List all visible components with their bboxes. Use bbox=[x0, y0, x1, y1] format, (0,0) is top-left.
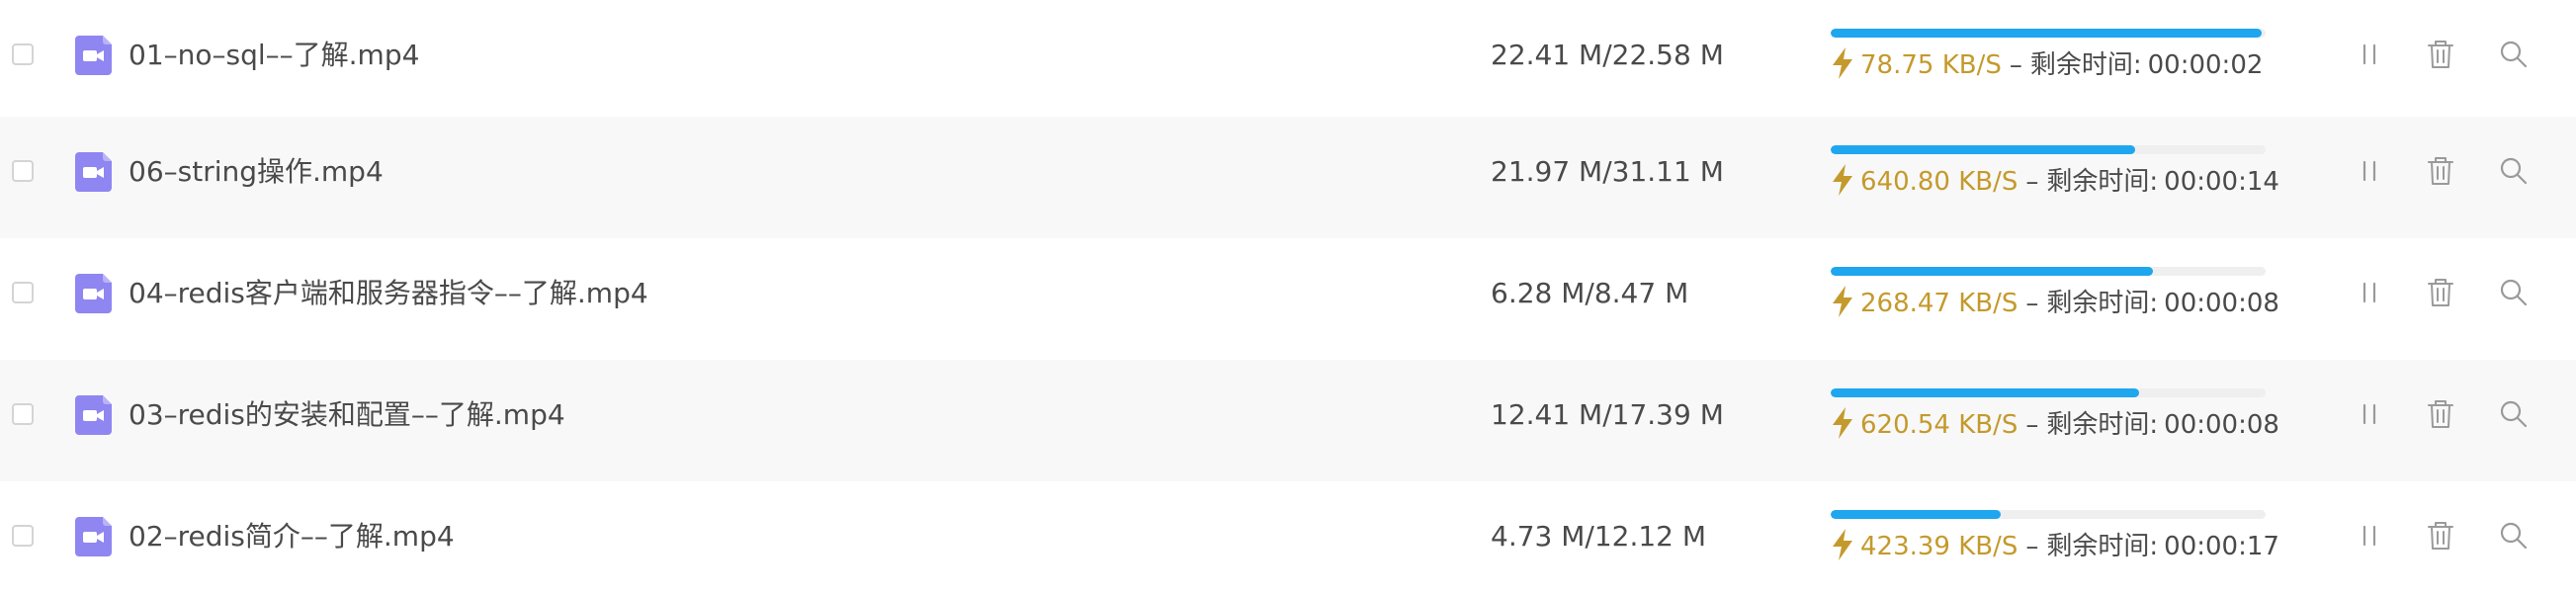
delete-button[interactable] bbox=[2424, 38, 2457, 71]
remaining-time: 00:00:17 bbox=[2164, 532, 2279, 561]
row-checkbox[interactable] bbox=[12, 403, 34, 425]
remaining-label: 剩余时间: bbox=[2046, 410, 2159, 440]
search-icon bbox=[2500, 522, 2528, 550]
trash-icon bbox=[2428, 157, 2453, 185]
pause-button[interactable] bbox=[2353, 397, 2386, 431]
video-file-icon bbox=[75, 517, 112, 556]
download-speed: 268.47 KB/S bbox=[1860, 289, 2018, 318]
progress-fill bbox=[1831, 388, 2140, 397]
search-icon bbox=[2500, 157, 2528, 185]
remaining-time: 00:00:02 bbox=[2147, 50, 2264, 80]
pause-icon bbox=[2362, 282, 2376, 303]
progress-fill bbox=[1831, 510, 2001, 519]
download-size: 21.97 M/31.11 M bbox=[1491, 155, 1724, 188]
separator: – bbox=[2025, 532, 2039, 561]
progress-bar bbox=[1831, 388, 2266, 397]
pause-icon bbox=[2362, 525, 2376, 547]
lightning-bolt-icon bbox=[1831, 286, 1854, 317]
download-speed: 78.75 KB/S bbox=[1860, 50, 2002, 80]
lightning-bolt-icon bbox=[1831, 47, 1854, 79]
pause-button[interactable] bbox=[2353, 276, 2386, 309]
remaining-label: 剩余时间: bbox=[2029, 50, 2142, 80]
search-button[interactable] bbox=[2497, 397, 2531, 431]
file-name: 06–string操作.mp4 bbox=[129, 155, 384, 188]
lightning-bolt-icon bbox=[1831, 407, 1854, 439]
search-icon bbox=[2500, 41, 2528, 68]
speed-line: 640.80 KB/S – 剩余时间: 00:00:14 bbox=[1831, 164, 2279, 200]
file-name: 01–no–sql––了解.mp4 bbox=[129, 39, 420, 71]
row-checkbox[interactable] bbox=[12, 43, 34, 65]
download-row: 01–no–sql––了解.mp4 22.41 M/22.58 M 78.75 … bbox=[0, 0, 2576, 122]
remaining-label: 剩余时间: bbox=[2046, 289, 2159, 318]
progress-bar bbox=[1831, 29, 2266, 38]
speed-line: 423.39 KB/S – 剩余时间: 00:00:17 bbox=[1831, 529, 2279, 564]
download-size: 6.28 M/8.47 M bbox=[1491, 277, 1689, 309]
download-row: 04–redis客户端和服务器指令––了解.mp4 6.28 M/8.47 M … bbox=[0, 238, 2576, 360]
delete-button[interactable] bbox=[2424, 519, 2457, 553]
progress-bar bbox=[1831, 145, 2266, 154]
trash-icon bbox=[2428, 41, 2453, 68]
progress-fill bbox=[1831, 145, 2135, 154]
download-row: 03–redis的安装和配置––了解.mp4 12.41 M/17.39 M 6… bbox=[0, 360, 2576, 481]
separator: – bbox=[2009, 50, 2022, 80]
search-button[interactable] bbox=[2497, 276, 2531, 309]
download-row: 02–redis简介––了解.mp4 4.73 M/12.12 M 423.39… bbox=[0, 481, 2576, 597]
download-row: 06–string操作.mp4 21.97 M/31.11 M 640.80 K… bbox=[0, 117, 2576, 238]
search-button[interactable] bbox=[2497, 519, 2531, 553]
video-file-icon bbox=[75, 36, 112, 75]
lightning-bolt-icon bbox=[1831, 529, 1854, 560]
speed-line: 78.75 KB/S – 剩余时间: 00:00:02 bbox=[1831, 47, 2263, 83]
search-icon bbox=[2500, 400, 2528, 428]
download-speed: 423.39 KB/S bbox=[1860, 532, 2018, 561]
trash-icon bbox=[2428, 400, 2453, 428]
delete-button[interactable] bbox=[2424, 276, 2457, 309]
remaining-label: 剩余时间: bbox=[2046, 167, 2159, 197]
remaining-label: 剩余时间: bbox=[2046, 532, 2159, 561]
file-name: 02–redis简介––了解.mp4 bbox=[129, 520, 455, 553]
progress-fill bbox=[1831, 267, 2153, 276]
video-file-icon bbox=[75, 152, 112, 192]
pause-button[interactable] bbox=[2353, 38, 2386, 71]
search-icon bbox=[2500, 279, 2528, 306]
pause-icon bbox=[2362, 43, 2376, 65]
pause-icon bbox=[2362, 403, 2376, 425]
download-list: 01–no–sql––了解.mp4 22.41 M/22.58 M 78.75 … bbox=[0, 0, 2576, 597]
separator: – bbox=[2025, 410, 2039, 440]
progress-bar bbox=[1831, 510, 2266, 519]
separator: – bbox=[2025, 167, 2039, 197]
pause-button[interactable] bbox=[2353, 519, 2386, 553]
delete-button[interactable] bbox=[2424, 397, 2457, 431]
file-name: 04–redis客户端和服务器指令––了解.mp4 bbox=[129, 277, 648, 309]
lightning-bolt-icon bbox=[1831, 164, 1854, 196]
download-speed: 620.54 KB/S bbox=[1860, 410, 2018, 440]
row-checkbox[interactable] bbox=[12, 282, 34, 303]
remaining-time: 00:00:08 bbox=[2164, 410, 2279, 440]
pause-icon bbox=[2362, 160, 2376, 182]
speed-line: 268.47 KB/S – 剩余时间: 00:00:08 bbox=[1831, 286, 2279, 321]
remaining-time: 00:00:14 bbox=[2164, 167, 2279, 197]
file-name: 03–redis的安装和配置––了解.mp4 bbox=[129, 398, 565, 431]
download-speed: 640.80 KB/S bbox=[1860, 167, 2018, 197]
download-size: 4.73 M/12.12 M bbox=[1491, 520, 1707, 553]
video-file-icon bbox=[75, 274, 112, 313]
video-file-icon bbox=[75, 395, 112, 435]
trash-icon bbox=[2428, 279, 2453, 306]
download-size: 22.41 M/22.58 M bbox=[1491, 39, 1724, 71]
trash-icon bbox=[2428, 522, 2453, 550]
pause-button[interactable] bbox=[2353, 154, 2386, 188]
speed-line: 620.54 KB/S – 剩余时间: 00:00:08 bbox=[1831, 407, 2279, 443]
download-size: 12.41 M/17.39 M bbox=[1491, 398, 1724, 431]
search-button[interactable] bbox=[2497, 38, 2531, 71]
progress-fill bbox=[1831, 29, 2262, 38]
search-button[interactable] bbox=[2497, 154, 2531, 188]
delete-button[interactable] bbox=[2424, 154, 2457, 188]
remaining-time: 00:00:08 bbox=[2164, 289, 2279, 318]
progress-bar bbox=[1831, 267, 2266, 276]
row-checkbox[interactable] bbox=[12, 525, 34, 547]
row-checkbox[interactable] bbox=[12, 160, 34, 182]
separator: – bbox=[2025, 289, 2039, 318]
